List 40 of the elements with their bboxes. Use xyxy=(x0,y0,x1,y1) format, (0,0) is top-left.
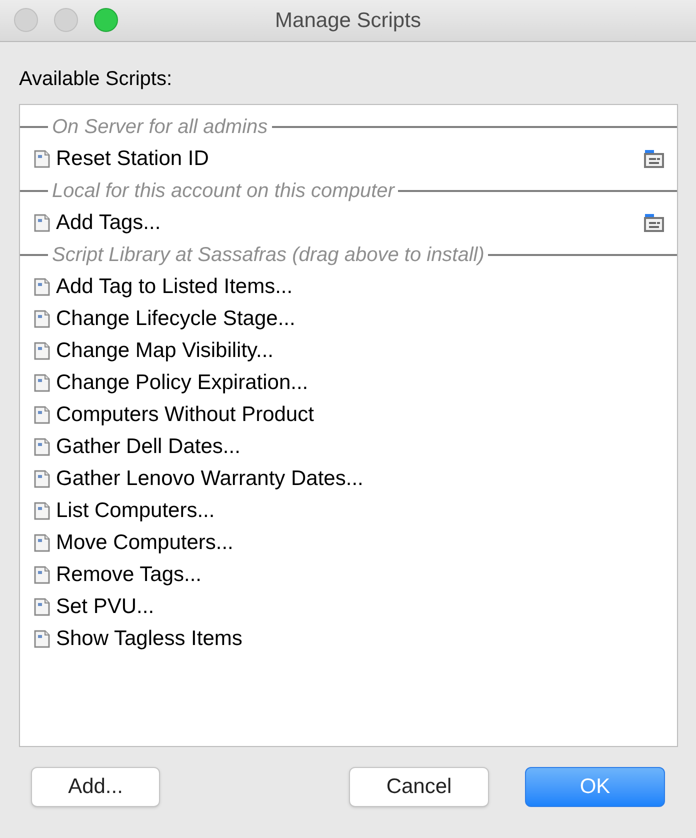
window-title: Manage Scripts xyxy=(275,8,421,34)
document-icon xyxy=(34,598,50,616)
script-name[interactable]: Move Computers... xyxy=(56,527,665,559)
document-icon xyxy=(34,406,50,424)
script-name[interactable]: Add Tag to Listed Items... xyxy=(56,271,665,303)
document-icon xyxy=(34,438,50,456)
document-icon xyxy=(34,310,50,328)
document-icon xyxy=(34,342,50,360)
script-name[interactable]: Change Lifecycle Stage... xyxy=(56,303,665,335)
close-button[interactable] xyxy=(14,8,38,32)
list-label: Available Scripts: xyxy=(19,67,172,92)
dialog-button[interactable]: Add... xyxy=(31,767,160,807)
script-name[interactable]: Show Tagless Items xyxy=(56,623,665,655)
document-icon xyxy=(34,374,50,392)
minimize-button[interactable] xyxy=(54,8,78,32)
zoom-button[interactable] xyxy=(94,8,118,32)
script-name[interactable]: List Computers... xyxy=(56,495,665,527)
script-name[interactable]: Gather Dell Dates... xyxy=(56,431,665,463)
script-name[interactable]: Change Policy Expiration... xyxy=(56,367,665,399)
script-name[interactable]: Change Map Visibility... xyxy=(56,335,665,367)
section-heading: Local for this account on this computer xyxy=(51,179,396,204)
dialog-button[interactable]: Cancel xyxy=(349,767,489,807)
script-name[interactable]: Set PVU... xyxy=(56,591,665,623)
document-icon xyxy=(34,150,50,168)
folder-icon[interactable] xyxy=(643,213,665,233)
document-icon xyxy=(34,630,50,648)
document-icon xyxy=(34,534,50,552)
section-heading: Script Library at Sassafras (drag above to install) xyxy=(51,243,486,268)
document-icon xyxy=(34,214,50,232)
section-heading: On Server for all admins xyxy=(51,115,269,140)
script-name[interactable]: Reset Station ID xyxy=(56,143,643,175)
document-icon xyxy=(34,566,50,584)
script-name[interactable]: Gather Lenovo Warranty Dates... xyxy=(56,463,665,495)
script-name[interactable]: Remove Tags... xyxy=(56,559,665,591)
folder-icon[interactable] xyxy=(643,149,665,169)
document-icon xyxy=(34,502,50,520)
script-name[interactable]: Add Tags... xyxy=(56,207,643,239)
document-icon xyxy=(34,278,50,296)
script-name[interactable]: Computers Without Product xyxy=(56,399,665,431)
document-icon xyxy=(34,470,50,488)
